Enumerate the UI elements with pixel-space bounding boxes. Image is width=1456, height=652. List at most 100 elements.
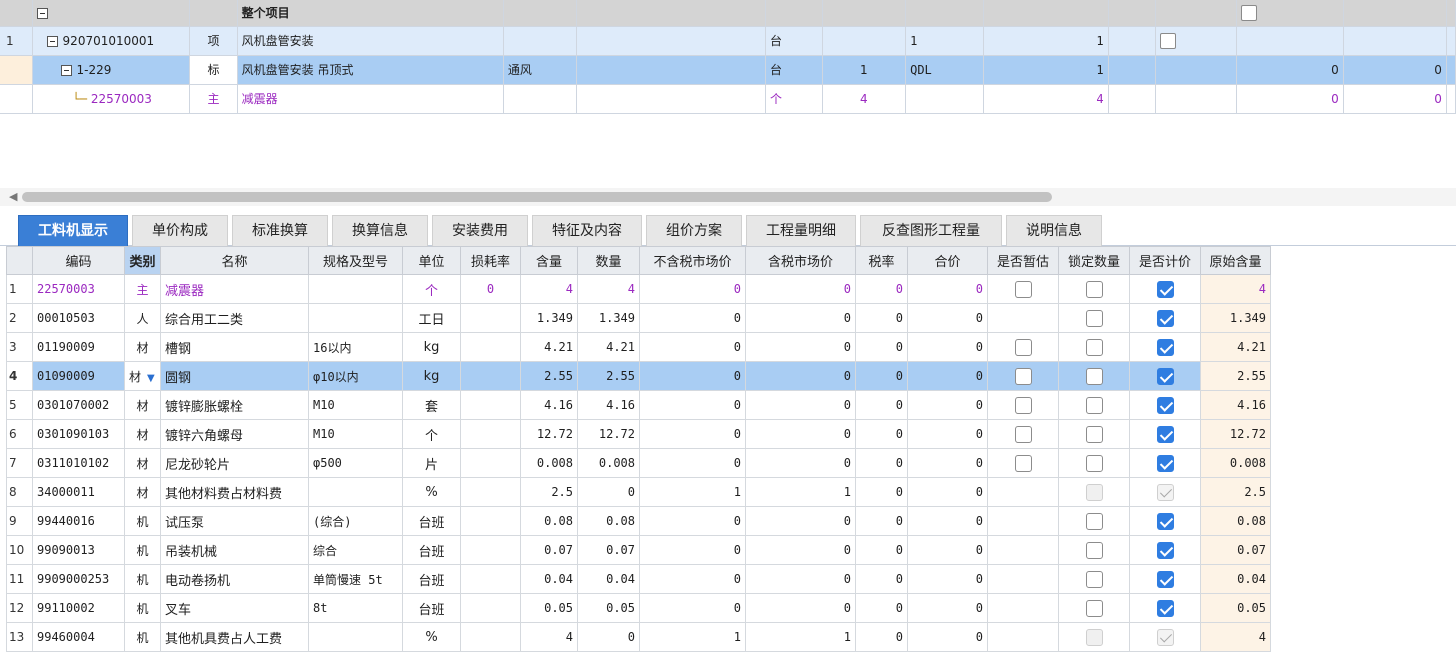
quantity-value[interactable]: 0.07 [577, 535, 640, 565]
tab-standard-conversion[interactable]: 标准换算 [232, 215, 328, 246]
resource-code[interactable]: 99440016 [32, 506, 125, 536]
header-spec[interactable]: 规格及型号 [308, 246, 403, 275]
loss-rate[interactable] [460, 419, 521, 449]
quantity-value[interactable]: 1.349 [577, 303, 640, 333]
tax-rate[interactable]: 0 [855, 477, 908, 507]
resource-spec[interactable] [308, 477, 403, 507]
resource-name[interactable]: 试压泵 [160, 506, 309, 536]
resource-row[interactable]: 2 00010503 人综合用工二类 工日 1.349 1.349 0 0 0 0 1.349 [6, 303, 1271, 333]
lock-cell[interactable] [1058, 593, 1130, 623]
is-priced-checkbox[interactable] [1156, 541, 1174, 559]
price-excl-tax[interactable]: 0 [639, 506, 746, 536]
resource-unit[interactable]: 片 [402, 448, 461, 478]
lock-cell[interactable] [1058, 419, 1130, 449]
price-excl-tax[interactable]: 0 [639, 303, 746, 333]
tab-features-content[interactable]: 特征及内容 [532, 215, 642, 246]
quantity-value[interactable]: 12.72 [577, 419, 640, 449]
resource-code[interactable]: 0301070002 [32, 390, 125, 420]
resource-name[interactable]: 吊装机械 [160, 535, 309, 565]
price-excl-tax[interactable]: 1 [639, 622, 746, 652]
content-value[interactable]: 4.21 [520, 332, 578, 362]
loss-rate[interactable]: 0 [460, 274, 521, 304]
resource-unit[interactable]: 台班 [402, 506, 461, 536]
resource-name[interactable]: 槽钢 [160, 332, 309, 362]
loss-rate[interactable] [460, 593, 521, 623]
tax-rate[interactable]: 0 [855, 535, 908, 565]
estimate-checkbox[interactable] [1014, 280, 1032, 298]
header-loss-rate[interactable]: 损耗率 [460, 246, 521, 275]
content-value[interactable]: 4 [520, 274, 578, 304]
resource-row[interactable]: 8 34000011 材其他材料费占材料费% 2.5 0 1 1 0 0 2.5 [6, 477, 1271, 507]
resource-code[interactable]: 01090009 [32, 361, 125, 391]
resource-unit[interactable]: 台班 [402, 564, 461, 594]
price-incl-tax[interactable]: 0 [745, 419, 856, 449]
tab-reverse-graphic-quantity[interactable]: 反查图形工程量 [860, 215, 1002, 246]
lock-quantity-checkbox[interactable] [1085, 454, 1103, 472]
quantity-value[interactable]: 0 [577, 622, 640, 652]
resource-row[interactable]: 7 0311010102 材尼龙砂轮片 φ500 片 0.008 0.008 0 0 0 0 0.00… [6, 448, 1271, 478]
resource-code[interactable]: 34000011 [32, 477, 125, 507]
category-cell[interactable]: 机 [124, 535, 161, 565]
loss-rate[interactable] [460, 622, 521, 652]
tree-row-main-material[interactable]: └─ 22570003 主 减震器 个 4 4 0 0 [0, 84, 1456, 114]
loss-rate[interactable] [460, 390, 521, 420]
category-cell[interactable]: 人 [124, 303, 161, 333]
item-name[interactable]: 风机盘管安装 [237, 26, 504, 56]
material-type[interactable]: 主 [189, 84, 238, 114]
header-quantity[interactable]: 数量 [577, 246, 640, 275]
estimate-cell[interactable] [987, 361, 1059, 391]
tab-labor-material-machine[interactable]: 工料机显示 [18, 215, 128, 246]
tax-rate[interactable]: 0 [855, 361, 908, 391]
lock-cell[interactable] [1058, 564, 1130, 594]
priced-cell[interactable] [1129, 390, 1201, 420]
resource-name[interactable]: 电动卷扬机 [160, 564, 309, 594]
estimate-cell[interactable] [987, 274, 1059, 304]
estimate-cell[interactable] [987, 593, 1059, 623]
material-unit[interactable]: 个 [765, 84, 823, 114]
header-code[interactable]: 编码 [32, 246, 125, 275]
quantity-value[interactable]: 4 [577, 274, 640, 304]
price-excl-tax[interactable]: 0 [639, 593, 746, 623]
estimate-checkbox[interactable] [1014, 396, 1032, 414]
category-cell[interactable]: 材 [124, 477, 161, 507]
resource-spec[interactable]: φ500 [308, 448, 403, 478]
header-is-priced[interactable]: 是否计价 [1129, 246, 1201, 275]
resource-spec[interactable] [308, 622, 403, 652]
resource-unit[interactable]: % [402, 477, 461, 507]
price-incl-tax[interactable]: 0 [745, 564, 856, 594]
tree-row-quota-selected[interactable]: 1-229 标 风机盘管安装 吊顶式 通风 台 1 QDL 1 0 0 [0, 54, 1456, 85]
lock-cell[interactable] [1058, 332, 1130, 362]
tax-rate[interactable]: 0 [855, 506, 908, 536]
priced-cell[interactable] [1129, 274, 1201, 304]
category-cell[interactable]: 材 [124, 390, 161, 420]
tax-rate[interactable]: 0 [855, 564, 908, 594]
lock-cell[interactable] [1058, 535, 1130, 565]
lock-cell[interactable] [1058, 477, 1130, 507]
quota-qty1[interactable]: 1 [822, 54, 907, 85]
header-category[interactable]: 类别 [124, 246, 161, 275]
loss-rate[interactable] [460, 332, 521, 362]
lock-quantity-checkbox[interactable] [1085, 309, 1103, 327]
estimate-cell[interactable] [987, 303, 1059, 333]
price-excl-tax[interactable]: 0 [639, 448, 746, 478]
is-priced-checkbox[interactable] [1156, 599, 1174, 617]
resource-unit[interactable]: 个 [402, 274, 461, 304]
category-select[interactable]: 材 ▼ [124, 361, 161, 391]
priced-cell[interactable] [1129, 622, 1201, 652]
resource-row[interactable]: 4 01090009 材 ▼ 圆钢 φ10以内 kg 2.55 2.55 0 0 0 0 2.55 [6, 361, 1271, 391]
header-tax-rate[interactable]: 税率 [855, 246, 908, 275]
tax-rate[interactable]: 0 [855, 419, 908, 449]
resource-spec[interactable]: 综合 [308, 535, 403, 565]
lock-quantity-checkbox[interactable] [1085, 338, 1103, 356]
loss-rate[interactable] [460, 535, 521, 565]
header-checkbox-cell[interactable] [1236, 0, 1344, 27]
scroll-left-icon[interactable]: ◀ [9, 190, 17, 203]
lock-quantity-checkbox[interactable] [1085, 425, 1103, 443]
resource-code[interactable]: 0301090103 [32, 419, 125, 449]
horizontal-scrollbar[interactable]: ◀ [0, 188, 1456, 206]
category-cell[interactable]: 机 [124, 564, 161, 594]
header-name[interactable]: 名称 [160, 246, 309, 275]
lock-cell[interactable] [1058, 390, 1130, 420]
estimate-checkbox[interactable] [1014, 367, 1032, 385]
resource-spec[interactable]: 16以内 [308, 332, 403, 362]
